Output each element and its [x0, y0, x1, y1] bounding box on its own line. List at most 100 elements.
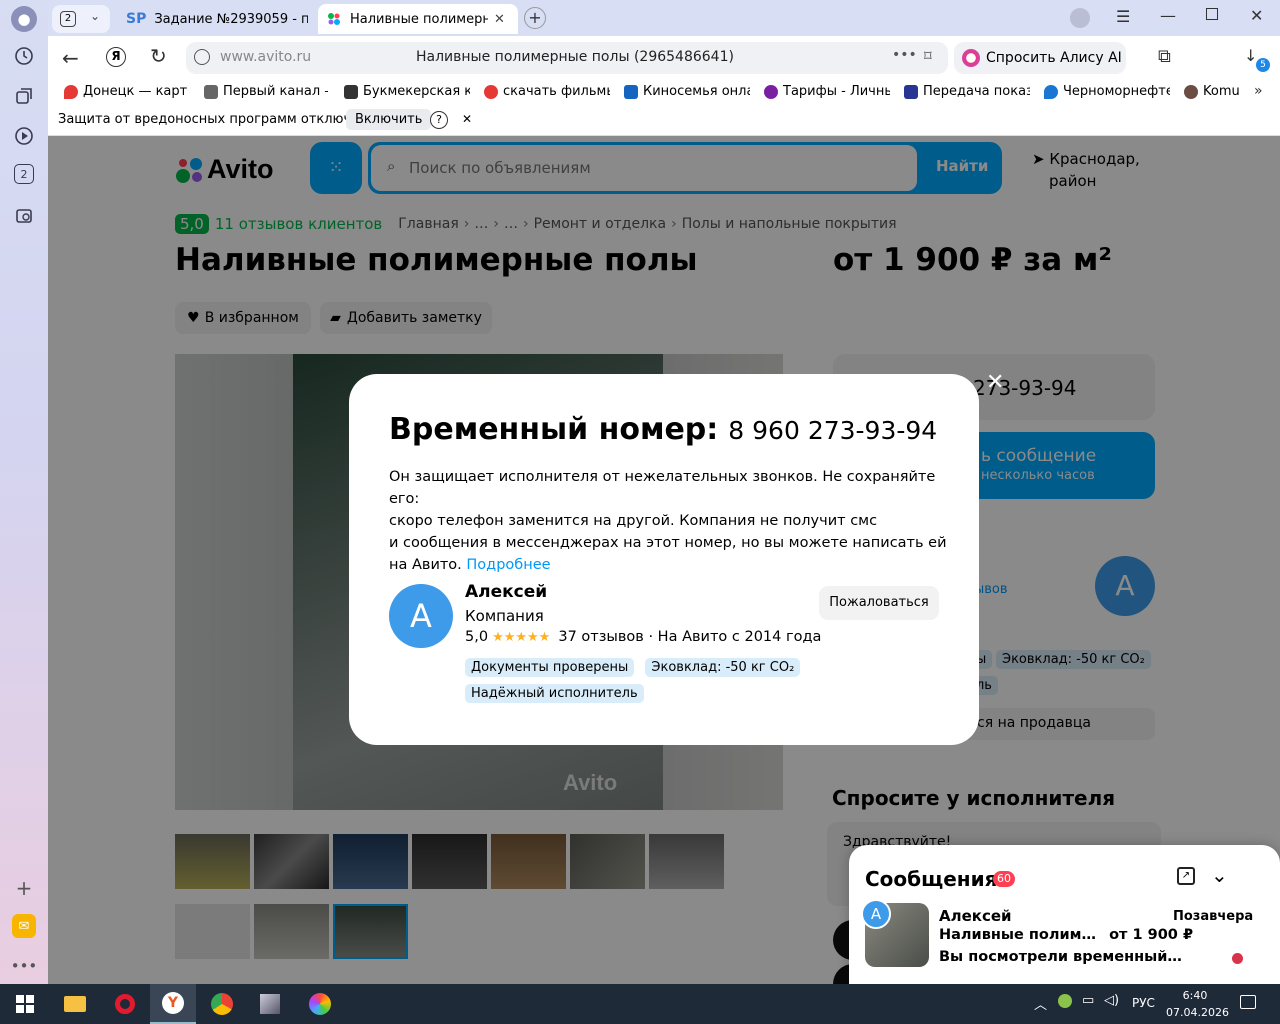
bookmark-item[interactable]: Черноморнефтег — [1044, 84, 1170, 99]
bookmaker-icon — [344, 84, 358, 99]
bookmark-item[interactable]: Киносемья онлай — [624, 84, 750, 99]
address-bar[interactable]: www.avito.ru Наливные полимерные полы (2… — [186, 42, 948, 74]
restore-icon[interactable] — [1206, 8, 1218, 20]
extensions-icon[interactable]: ⧉ — [1158, 46, 1171, 67]
close-window-icon[interactable]: ✕ — [1250, 6, 1263, 25]
chat-date: Позавчера — [1173, 909, 1254, 924]
bookmark-item[interactable]: Komu — [1184, 84, 1250, 99]
site-info-icon[interactable] — [194, 49, 210, 65]
browser-sidebar: ● 2 + ✉ ••• — [0, 0, 48, 984]
description-line: скоро телефон заменится на другой. Компа… — [389, 513, 878, 529]
bookmark-item[interactable]: Букмекерская ко — [344, 84, 470, 99]
history-icon[interactable] — [12, 44, 36, 68]
windows-start-icon[interactable] — [10, 990, 40, 1018]
bookmark-item[interactable]: скачать фильмы 2 — [484, 84, 610, 99]
chip-reliable: Надёжный исполнитель — [465, 684, 644, 703]
volume-icon[interactable]: ◁) — [1104, 993, 1119, 1008]
messenger-title[interactable]: Сообщения — [865, 867, 997, 891]
tray-expand-icon[interactable]: ︿ — [1034, 994, 1047, 1013]
bookmark-item[interactable]: Первый канал — с — [204, 84, 328, 99]
seller-avatar[interactable]: А — [389, 584, 453, 648]
collapse-chevron-icon[interactable]: ⌄ — [1211, 863, 1228, 887]
tab-close-icon[interactable]: ✕ — [494, 12, 505, 27]
add-panel-icon[interactable]: + — [12, 876, 36, 900]
seller-chips: Документы проверены Эковклад: -50 кг CO₂ — [465, 656, 806, 677]
new-tab-icon[interactable]: + — [524, 7, 546, 29]
more-actions-icon[interactable]: ••• — [892, 47, 917, 63]
seller-rating-row: 5,0 ★★★★★ 37 отзывов · На Авито с 2014 г… — [465, 629, 821, 645]
map-pin-icon — [64, 84, 78, 99]
drop-icon — [1044, 84, 1058, 99]
bookmark-item[interactable]: Передача показа — [904, 84, 1030, 99]
more-icon[interactable]: ••• — [11, 954, 38, 978]
modal-title: Временный номер: — [389, 412, 719, 447]
chat-name[interactable]: Алексей — [939, 907, 1012, 925]
downloads-badge: 5 — [1256, 58, 1270, 72]
back-icon[interactable]: ← — [62, 46, 79, 70]
messenger-count-badge: 60 — [993, 871, 1015, 887]
bookmark-item[interactable]: Тарифы - Личный — [764, 84, 890, 99]
messenger-widget: Сообщения 60 ↗ ⌄ А Алексей Позавчера Нал… — [849, 845, 1280, 984]
language-indicator[interactable]: РУС — [1132, 996, 1155, 1010]
avito-favicon-icon — [328, 13, 340, 25]
clock[interactable]: 6:40 07.04.2026 — [1166, 987, 1229, 1021]
collections-icon[interactable] — [12, 84, 36, 108]
close-icon[interactable]: ✕ — [986, 370, 1004, 395]
yandex-browser-icon[interactable]: Y — [150, 984, 196, 1024]
color-app-icon[interactable] — [305, 990, 335, 1018]
chip-documents: Документы проверены — [465, 658, 635, 677]
seller-type: Компания — [465, 607, 544, 625]
play-icon[interactable] — [12, 124, 36, 148]
modal-description: Он защищает исполнителя от нежелательных… — [389, 466, 949, 576]
enable-button[interactable]: Включить — [346, 109, 432, 130]
opera-icon[interactable] — [110, 990, 140, 1018]
bookmark-label: Букмекерская ко — [363, 84, 470, 99]
security-infobar: Защита от вредоносных программ отключена… — [48, 106, 1280, 136]
network-icon[interactable]: ▭ — [1082, 993, 1094, 1008]
profile-icon[interactable]: ● — [11, 6, 37, 32]
address-domain: www.avito.ru — [220, 49, 312, 65]
infobar-close-icon[interactable]: ✕ — [462, 112, 472, 126]
account-icon[interactable] — [1070, 8, 1090, 28]
chat-avatar: А — [861, 899, 891, 929]
chrome-icon[interactable] — [207, 990, 237, 1018]
tabs-count-icon[interactable]: 2 — [14, 164, 34, 184]
notifications-icon[interactable] — [1240, 995, 1256, 1009]
windows-taskbar: Y ︿ ▭ ◁) РУС 6:40 07.04.2026 — [0, 984, 1280, 1024]
alice-icon — [962, 49, 980, 67]
complain-button[interactable]: Пожаловаться — [819, 586, 939, 620]
more-link[interactable]: Подробнее — [466, 557, 550, 573]
yandex-icon[interactable]: Я — [106, 47, 126, 67]
bookmarks-overflow-icon[interactable]: » — [1254, 83, 1263, 99]
menu-icon[interactable]: ☰ — [1116, 7, 1130, 26]
mail-icon[interactable]: ✉ — [12, 914, 36, 938]
minimize-icon[interactable]: — — [1160, 6, 1176, 25]
tab-avito[interactable]: Наливные полимерны ✕ — [318, 4, 518, 34]
alice-button[interactable]: Спросить Алису AI — [954, 42, 1126, 74]
tab-group[interactable]: 2 ⌄ — [52, 5, 110, 33]
seller-name[interactable]: Алексей — [465, 582, 547, 602]
bookmark-item[interactable]: Донецк — карта, с — [64, 84, 188, 99]
screenshot-icon[interactable] — [12, 204, 36, 228]
chevron-down-icon[interactable]: ⌄ — [90, 9, 100, 23]
temporary-phone: 8 960 273-93-94 — [728, 416, 938, 445]
tariff-icon — [764, 84, 778, 99]
sp-favicon-icon: SP — [126, 11, 147, 27]
tab-label: Наливные полимерны — [350, 11, 488, 27]
app-icon[interactable] — [255, 990, 285, 1018]
tray-app-icon[interactable] — [1058, 994, 1072, 1008]
chat-item-price: от 1 900 ₽ — [1109, 927, 1194, 943]
monitor-icon — [624, 84, 638, 99]
chat-item-name: Наливные полим… — [939, 927, 1097, 943]
chat-item-title[interactable]: Наливные полим… от 1 900 ₽ — [939, 927, 1193, 943]
bookmark-icon[interactable]: ⌑ — [924, 47, 932, 65]
bookmark-label: Komu — [1203, 84, 1240, 99]
infobar-text: Защита от вредоносных программ отключена — [58, 112, 376, 127]
reload-icon[interactable]: ↻ — [150, 44, 167, 68]
help-icon[interactable]: ? — [430, 111, 448, 129]
file-explorer-icon[interactable] — [60, 990, 90, 1018]
open-external-icon[interactable]: ↗ — [1177, 867, 1195, 885]
chat-preview[interactable]: Вы посмотрели временный… — [939, 949, 1182, 965]
seller-stats[interactable]: 37 отзывов · На Авито с 2014 года — [558, 629, 821, 645]
tab-task[interactable]: SP Задание №2939059 - про — [118, 4, 308, 34]
